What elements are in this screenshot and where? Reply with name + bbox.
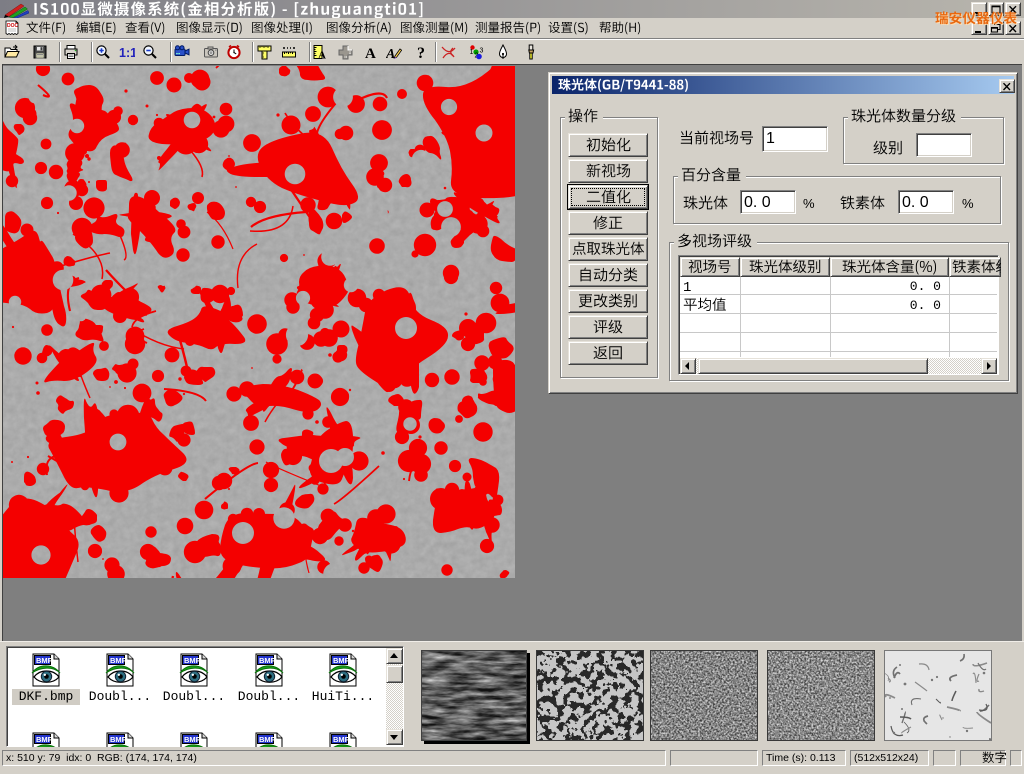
svg-text:BMP: BMP: [110, 656, 127, 665]
svg-text:BMP: BMP: [36, 735, 53, 744]
svg-text:DOC: DOC: [7, 23, 19, 29]
svg-text:BMP: BMP: [36, 656, 53, 665]
svg-text:1: 1: [470, 49, 474, 56]
svg-text:BMP: BMP: [259, 656, 276, 665]
svg-text:A: A: [365, 46, 376, 60]
svg-text:BMP: BMP: [184, 735, 201, 744]
svg-text:3: 3: [480, 48, 484, 55]
svg-text:?: ?: [417, 45, 425, 60]
svg-text:BMP: BMP: [184, 656, 201, 665]
svg-text:BMP: BMP: [259, 735, 276, 744]
svg-text:BMP: BMP: [110, 735, 127, 744]
svg-text:1:1: 1:1: [119, 46, 135, 60]
svg-text:BMP: BMP: [333, 656, 350, 665]
svg-text:BMP: BMP: [333, 735, 350, 744]
svg-text:A: A: [318, 50, 326, 61]
